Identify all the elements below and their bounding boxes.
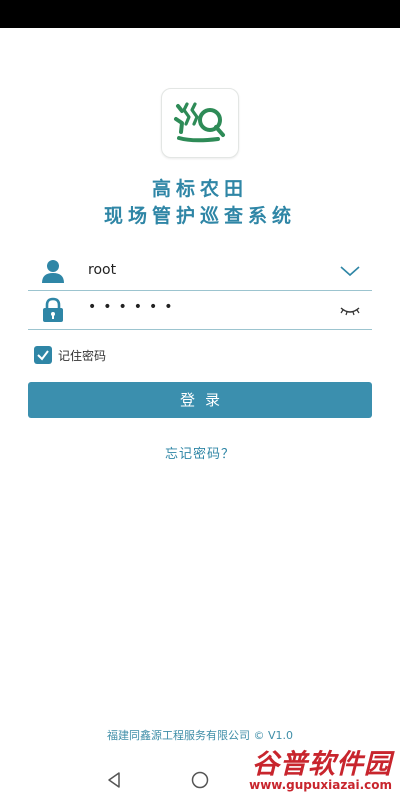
home-circle-icon[interactable] xyxy=(190,770,210,790)
eye-closed-icon[interactable] xyxy=(338,299,362,321)
watermark-main: 谷普软件园 xyxy=(252,749,392,780)
remember-checkbox[interactable] xyxy=(34,346,52,364)
status-bar xyxy=(0,0,400,28)
username-input[interactable]: root xyxy=(88,262,116,278)
footer-company: 福建同鑫源工程服务有限公司 © V1.0 xyxy=(106,729,293,742)
check-icon xyxy=(37,350,49,361)
app-title-line2: 现场管护巡查系统 xyxy=(103,205,296,227)
app-title-line1: 高标农田 xyxy=(151,178,248,200)
password-row: •••••• xyxy=(28,290,372,330)
watermark: 谷普软件园 www.gupuxiazai.com xyxy=(212,742,392,794)
login-button[interactable]: 登录 xyxy=(28,382,372,418)
lock-icon xyxy=(43,297,63,322)
remember-label: 记住密码 xyxy=(58,348,107,363)
username-row: root xyxy=(28,251,372,291)
chevron-down-icon[interactable] xyxy=(338,260,362,282)
forgot-password-link[interactable]: 忘记密码？ xyxy=(0,443,400,462)
password-input[interactable]: •••••• xyxy=(88,299,180,315)
app-logo xyxy=(161,88,239,158)
back-triangle-icon[interactable] xyxy=(104,770,124,790)
user-icon xyxy=(42,260,64,283)
xun-logo-icon xyxy=(174,102,225,143)
watermark-sub: www.gupuxiazai.com xyxy=(249,778,392,792)
login-screen: 高标农田 现场管护巡查系统 root •••••• 记住密码 登录 忘记密码？ … xyxy=(0,0,400,800)
remember-password-toggle[interactable]: 记住密码 xyxy=(34,345,106,365)
